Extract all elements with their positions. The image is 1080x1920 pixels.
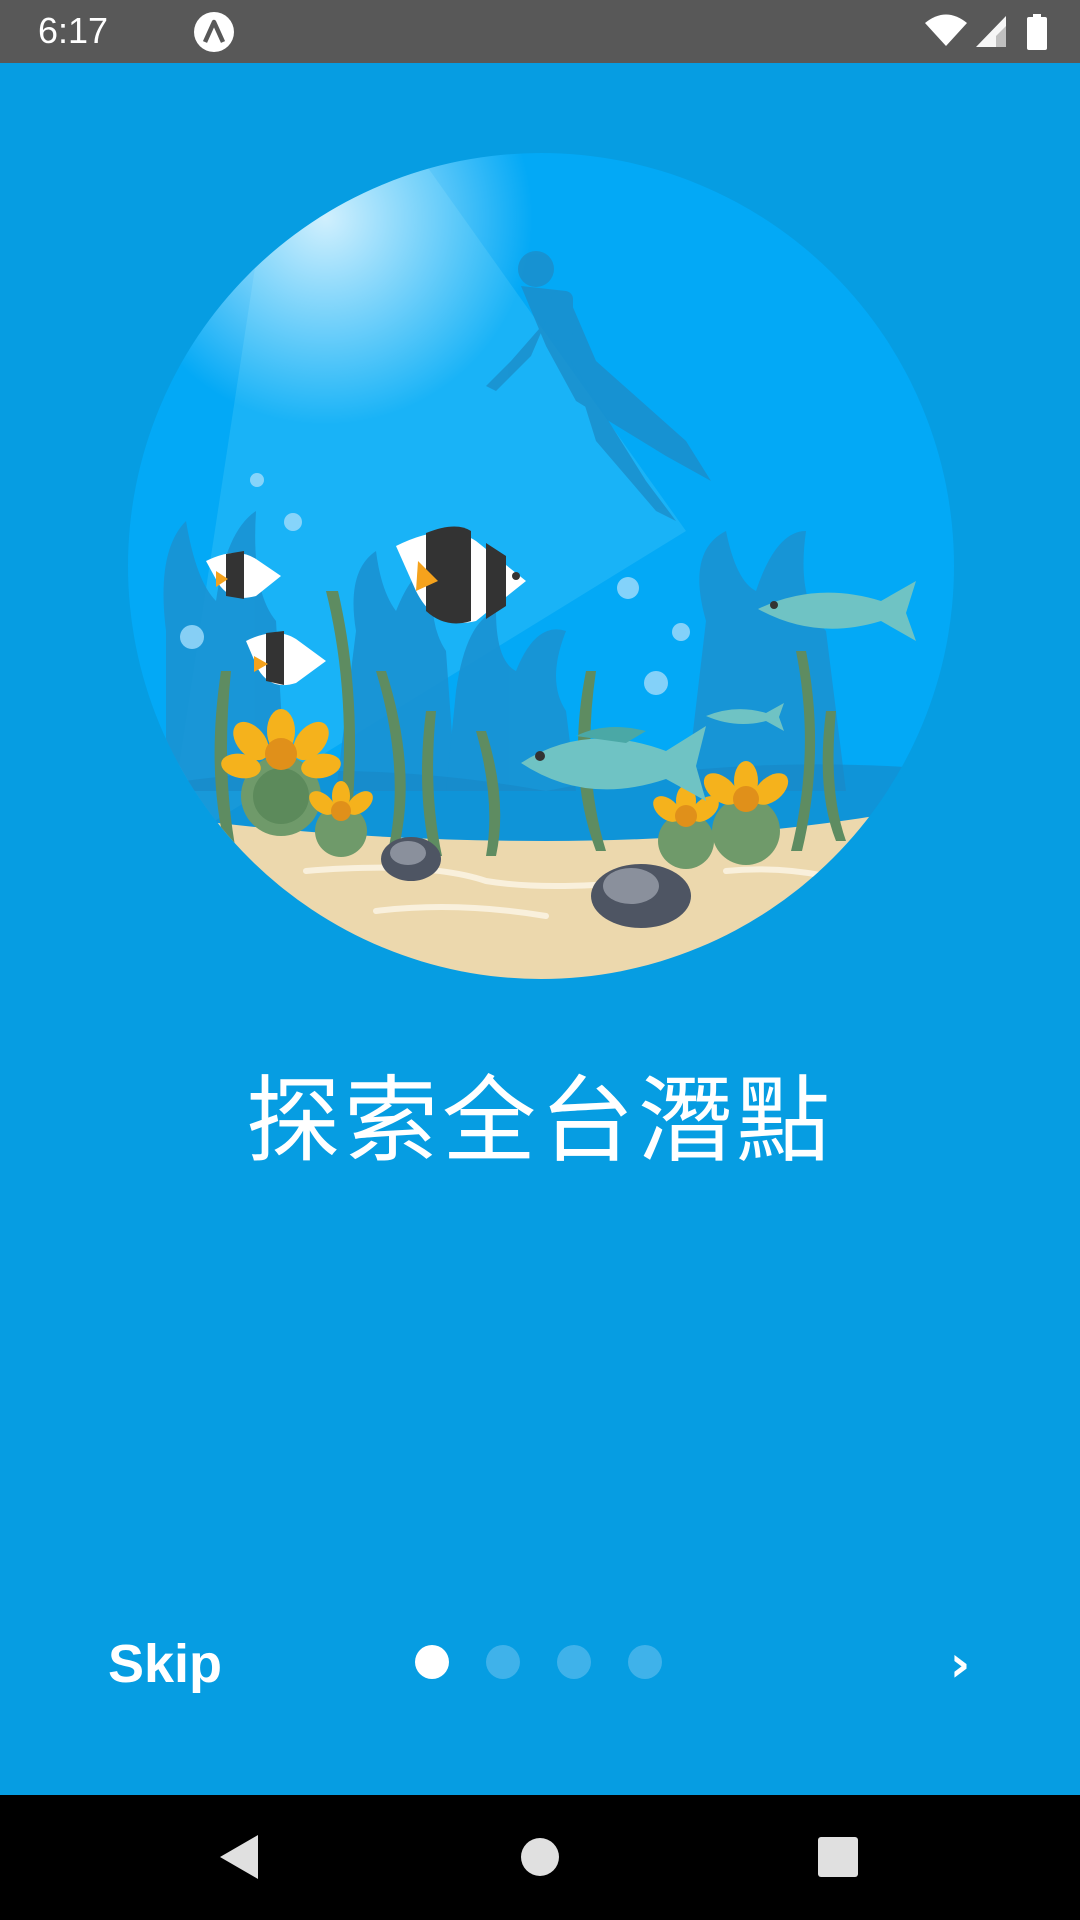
page-dot-1[interactable] [415, 1645, 449, 1679]
page-dot-3[interactable] [557, 1645, 591, 1679]
status-time: 6:17 [38, 10, 109, 51]
cellular-signal-icon [976, 16, 1006, 47]
battery-icon [1027, 14, 1047, 50]
recents-square-icon[interactable] [808, 1827, 868, 1887]
skip-button[interactable]: Skip [108, 1632, 222, 1696]
page-dot-2[interactable] [486, 1645, 520, 1679]
page-dot-4[interactable] [628, 1645, 662, 1679]
system-nav-bar [0, 1795, 1080, 1920]
back-triangle-icon[interactable] [210, 1827, 270, 1887]
next-button[interactable]: › [940, 1624, 980, 1704]
status-bar: 6:17 [0, 0, 1080, 63]
wifi-icon [925, 14, 967, 46]
onboarding-headline: 探索全台潛點 [245, 1067, 834, 1176]
home-circle-icon[interactable] [510, 1827, 570, 1887]
lambda-badge-icon [194, 12, 234, 52]
underwater-illustration [128, 153, 954, 979]
